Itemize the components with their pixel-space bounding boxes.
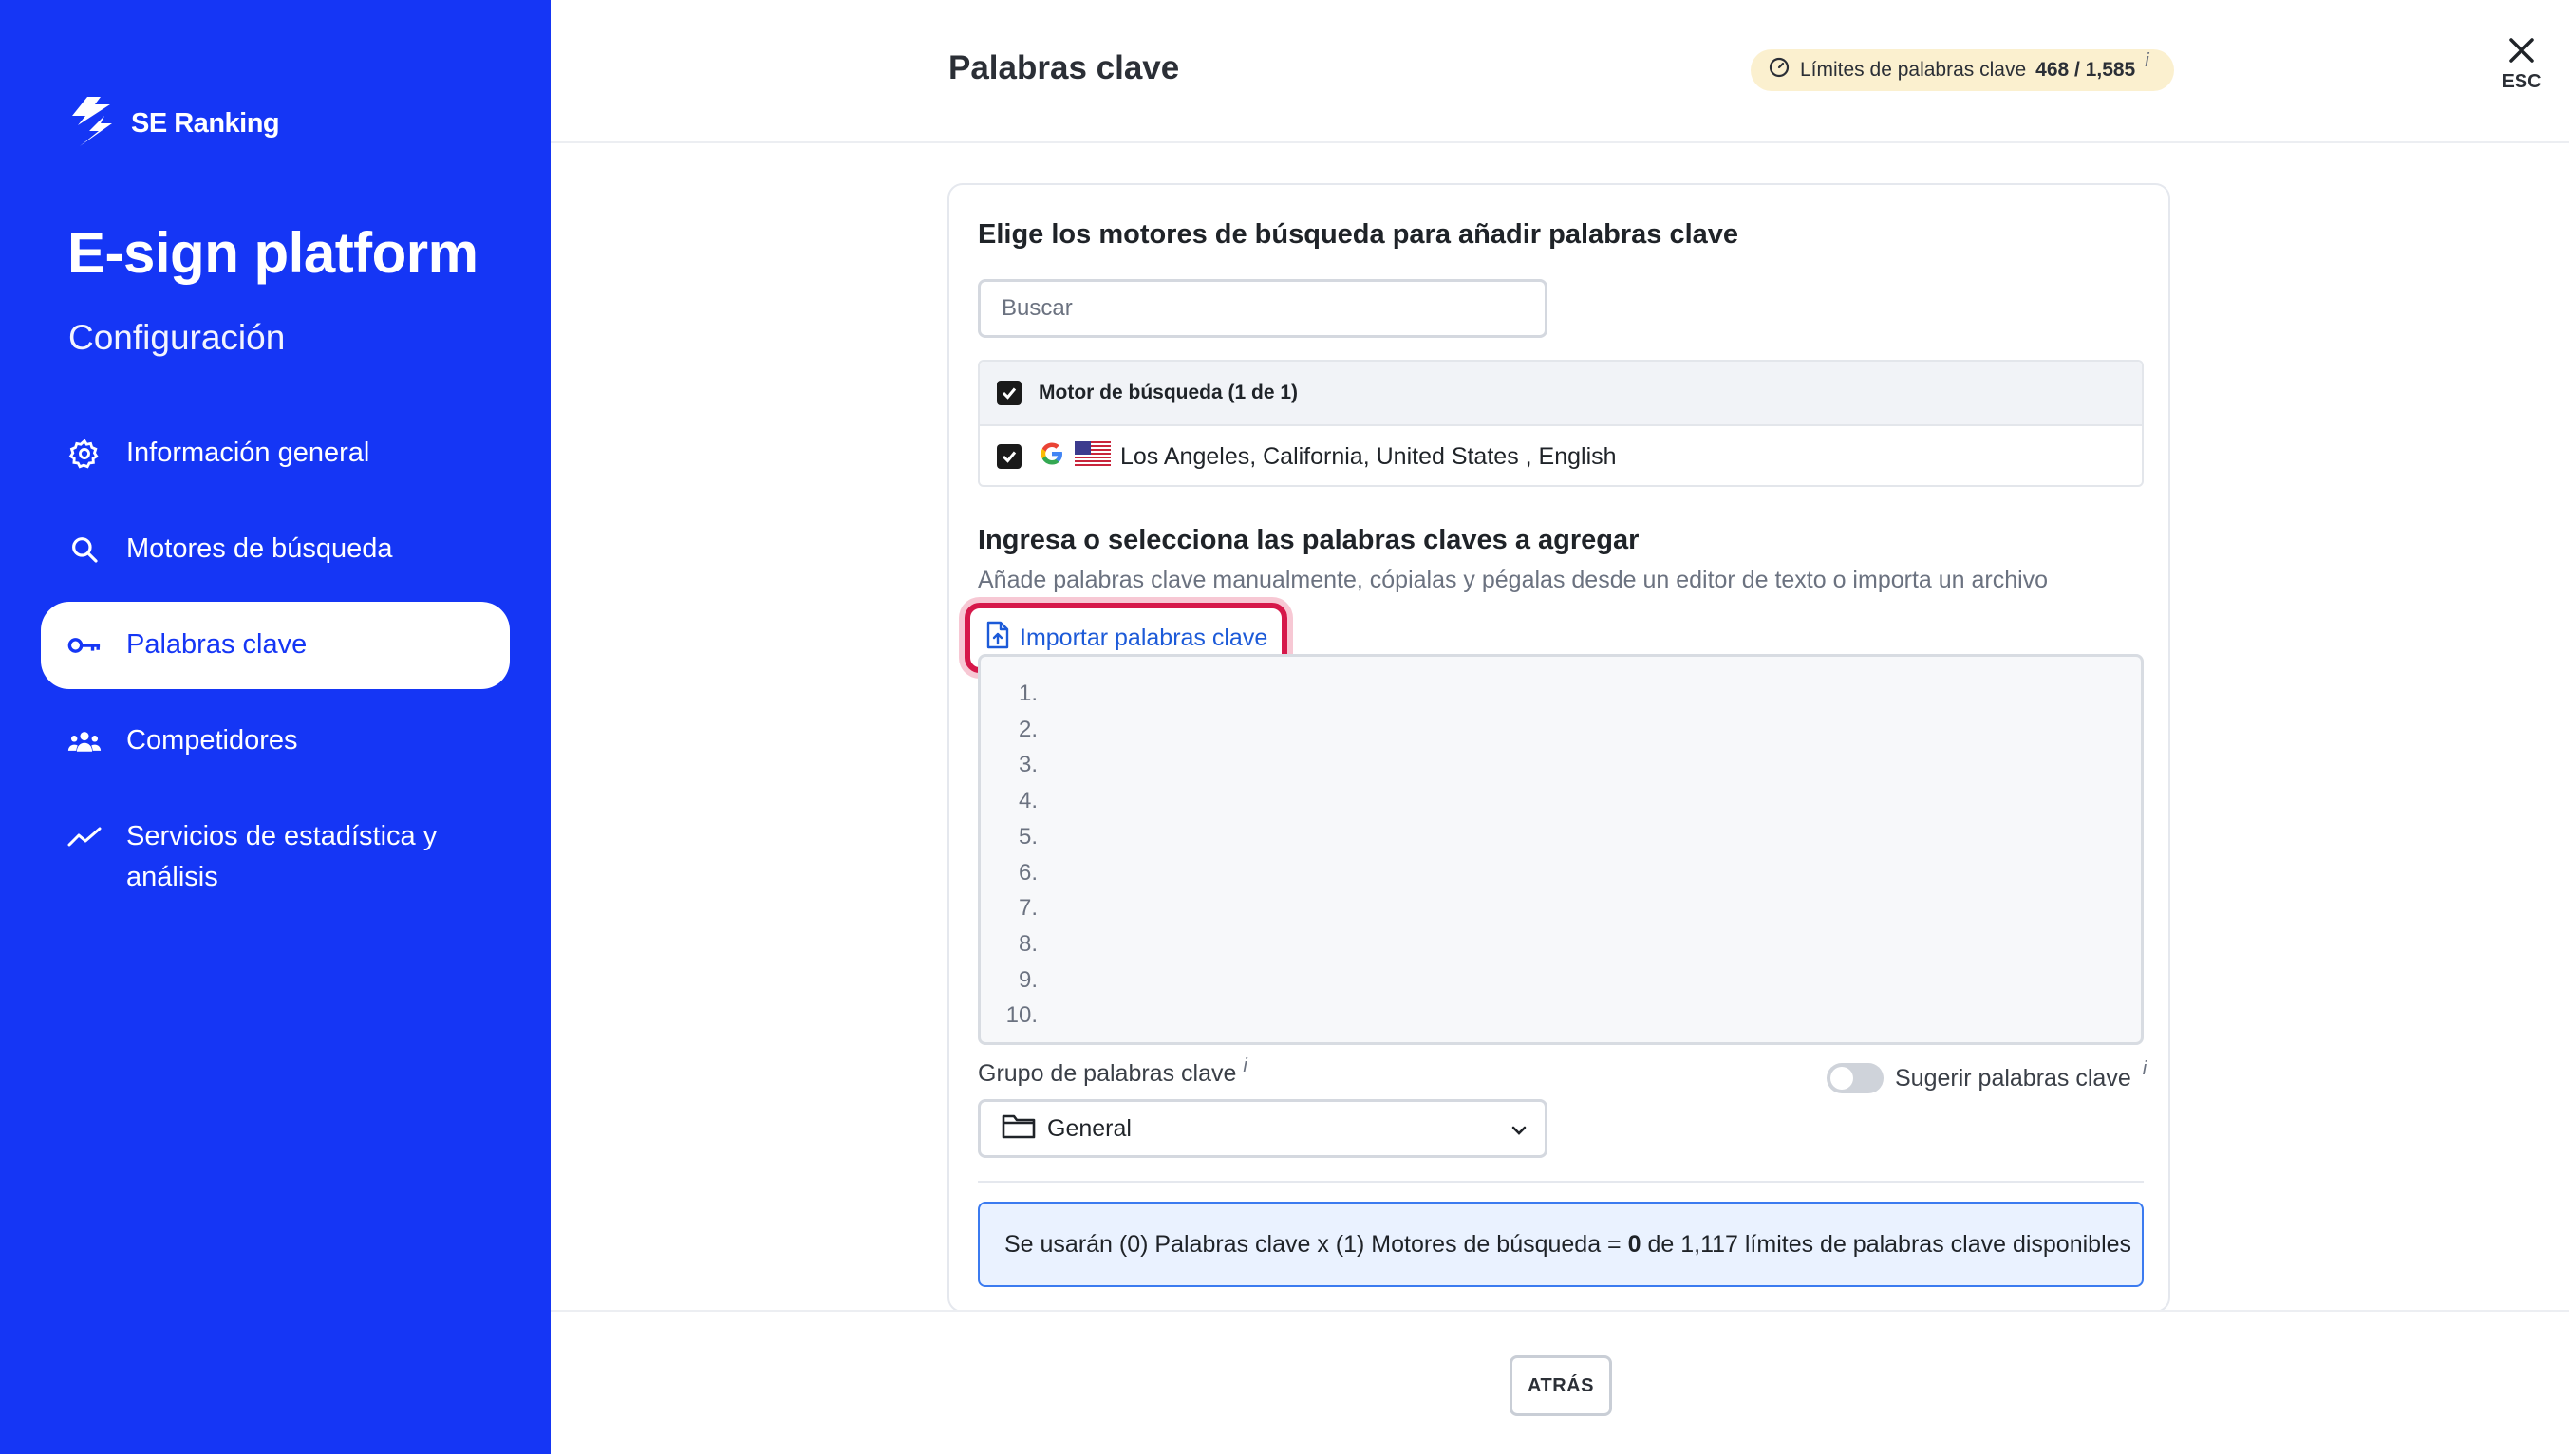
- engine-row-checkbox[interactable]: [997, 444, 1022, 469]
- close-label: ESC: [2502, 71, 2541, 92]
- sidebar: SE Ranking E-sign platform Configuración…: [0, 0, 551, 1454]
- engine-table-header-label: Motor de búsqueda (1 de 1): [1039, 382, 1299, 403]
- back-button[interactable]: ATRÁS: [1510, 1355, 1612, 1416]
- sidebar-nav: Información general Motores de búsqueda …: [41, 410, 510, 916]
- gauge-icon: [1768, 56, 1791, 84]
- keywords-heading: Ingresa o selecciona las palabras claves…: [978, 525, 1640, 555]
- line-number: 3.: [1018, 752, 1038, 778]
- info-icon[interactable]: i: [2143, 1058, 2147, 1080]
- file-upload-icon: [985, 621, 1010, 656]
- summary-part1: Se usarán (0) Palabras clave x (1) Motor…: [1004, 1230, 1628, 1258]
- divider: [978, 1181, 2144, 1183]
- search-engine-table: Motor de búsqueda (1 de 1) Los Angeles, …: [978, 360, 2144, 487]
- line-number: 1.: [1018, 681, 1038, 706]
- line-number: 9.: [1018, 966, 1038, 993]
- gear-icon: [67, 433, 102, 474]
- keyword-group-label-text: Grupo de palabras clave: [978, 1060, 1237, 1087]
- sidebar-item-search-engines[interactable]: Motores de búsqueda: [41, 506, 510, 593]
- se-ranking-logo-icon: [66, 95, 116, 153]
- top-bar: Palabras clave Límites de palabras clave…: [551, 0, 2569, 143]
- line-number: 7.: [1018, 895, 1038, 922]
- folder-icon: [1002, 1112, 1036, 1146]
- key-icon: [67, 625, 102, 665]
- keyword-usage-summary: Se usarán (0) Palabras clave x (1) Motor…: [978, 1202, 2144, 1287]
- line-number: 6.: [1018, 859, 1038, 886]
- select-all-checkbox[interactable]: [997, 381, 1022, 405]
- search-icon: [67, 529, 102, 569]
- sidebar-item-label-line2: análisis: [126, 862, 218, 892]
- project-title: E-sign platform: [67, 221, 478, 285]
- suggest-keywords-control: Sugerir palabras clave i: [1827, 1058, 2147, 1093]
- import-keywords-label: Importar palabras clave: [1020, 624, 1268, 651]
- line-numbers: 1. 2. 3. 4. 5. 6. 7. 8. 9. 10.: [981, 676, 1038, 1034]
- suggest-keywords-label: Sugerir palabras clave: [1895, 1064, 2131, 1092]
- keyword-group-value: General: [1047, 1114, 1132, 1142]
- keyword-group-select[interactable]: General: [978, 1099, 1547, 1158]
- summary-part2: de 1,117 límites de palabras clave dispo…: [1641, 1230, 2132, 1258]
- limits-value: 468 / 1,585: [2035, 59, 2136, 81]
- sidebar-item-label: Información general: [126, 438, 370, 468]
- engine-row-label: Los Angeles, California, United States ,…: [1120, 442, 1617, 470]
- chevron-down-icon: [1510, 1115, 1528, 1143]
- sidebar-item-analytics[interactable]: Servicios de estadística y análisis: [41, 793, 510, 907]
- sidebar-item-label: Palabras clave: [126, 629, 308, 660]
- limits-label: Límites de palabras clave: [1800, 59, 2027, 81]
- summary-text: Se usarán (0) Palabras clave x (1) Motor…: [1004, 1231, 2131, 1259]
- bottom-bar: ATRÁS: [551, 1310, 2569, 1456]
- sidebar-item-competitors[interactable]: Competidores: [41, 698, 510, 785]
- search-input[interactable]: Buscar: [978, 279, 1547, 338]
- keyword-limits-badge[interactable]: Límites de palabras clave 468 / 1,585 i: [1751, 49, 2174, 91]
- line-number: 5.: [1018, 823, 1038, 849]
- sidebar-item-general-info[interactable]: Información general: [41, 410, 510, 497]
- close-icon: [2507, 38, 2536, 68]
- info-icon[interactable]: i: [2145, 50, 2148, 72]
- engine-row[interactable]: Los Angeles, California, United States ,…: [980, 426, 2142, 485]
- line-number: 10.: [1005, 1002, 1038, 1029]
- project-subtitle: Configuración: [68, 318, 286, 357]
- google-icon: [1039, 440, 1065, 474]
- sidebar-item-label: Competidores: [126, 725, 298, 756]
- brand-name: SE Ranking: [131, 108, 280, 139]
- close-button[interactable]: ESC: [2495, 36, 2548, 93]
- line-number: 8.: [1018, 930, 1038, 957]
- sidebar-item-label: Servicios de estadística y análisis: [126, 816, 437, 898]
- users-icon: [67, 720, 102, 761]
- engines-heading: Elige los motores de búsqueda para añadi…: [978, 219, 1739, 250]
- info-icon[interactable]: i: [1243, 1055, 1247, 1076]
- sidebar-item-keywords[interactable]: Palabras clave: [41, 602, 510, 689]
- summary-bold-value: 0: [1627, 1230, 1641, 1258]
- brand-logo[interactable]: SE Ranking: [66, 95, 280, 153]
- us-flag-icon: [1075, 440, 1111, 473]
- trend-icon: [67, 816, 102, 857]
- keywords-settings-card: Elige los motores de búsqueda para añadi…: [947, 183, 2170, 1313]
- keywords-textarea[interactable]: 1. 2. 3. 4. 5. 6. 7. 8. 9. 10.: [978, 654, 2144, 1045]
- line-number: 2.: [1018, 716, 1038, 742]
- engine-table-header: Motor de búsqueda (1 de 1): [980, 362, 2142, 426]
- suggest-keywords-toggle[interactable]: [1827, 1063, 1884, 1093]
- line-number: 4.: [1018, 788, 1038, 814]
- keyword-group-label: Grupo de palabras clave i: [978, 1055, 1247, 1088]
- sidebar-item-label-line1: Servicios de estadística y: [126, 821, 438, 851]
- page-title: Palabras clave: [948, 49, 1180, 86]
- sidebar-item-label: Motores de búsqueda: [126, 533, 393, 564]
- keywords-description: Añade palabras clave manualmente, cópial…: [978, 567, 2049, 593]
